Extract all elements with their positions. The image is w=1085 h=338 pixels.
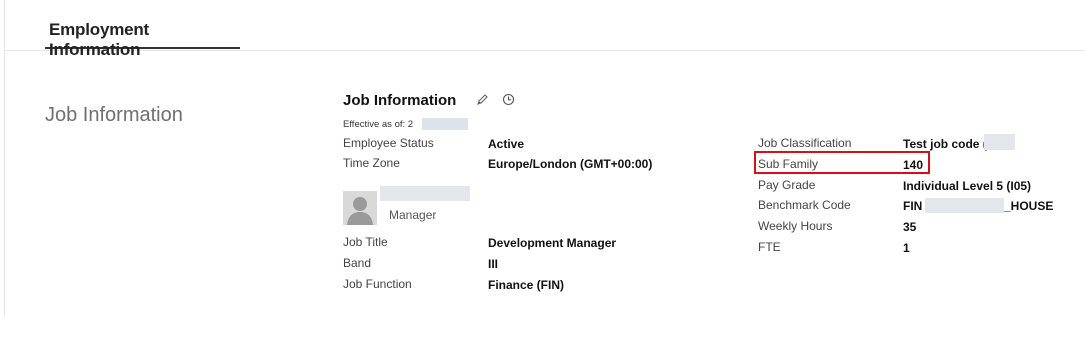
field-value-benchmark-code-suffix: _HOUSE [1004,199,1054,213]
pencil-icon[interactable] [476,93,489,106]
field-label-pay-grade: Pay Grade [758,178,816,192]
effective-date: Effective as of: 2 [343,119,414,130]
field-value-fte: 1 [903,241,910,255]
clock-icon[interactable] [502,93,515,106]
field-value-job-classification: Test job code ( [903,137,987,151]
field-value-time-zone: Europe/London (GMT+00:00) [488,157,653,171]
card-title: Job Information [343,92,457,109]
redacted-manager-name [380,186,470,201]
field-label-benchmark-code: Benchmark Code [758,198,851,212]
tab-employment-information[interactable]: Employment Information [45,0,240,59]
block-label: Job Information [45,104,183,126]
field-value-band: III [488,257,499,271]
field-value-weekly-hours: 35 [903,220,917,234]
field-value-job-function: Finance (FIN) [488,278,565,292]
field-value-job-title: Development Manager [488,236,617,250]
redacted-date [422,118,468,130]
field-value-employee-status: Active [488,137,525,151]
field-label-fte: FTE [758,240,781,254]
redacted-job-code [984,134,1015,150]
field-value-pay-grade: Individual Level 5 (I05) [903,179,1032,193]
field-label-job-title: Job Title [343,235,388,249]
field-label-time-zone: Time Zone [343,156,400,170]
field-label-job-classification: Job Classification [758,136,852,150]
redacted-benchmark-code [925,198,1004,213]
section-header: Employment Information [5,0,1085,59]
person-avatar-icon[interactable] [343,191,377,225]
field-label-band: Band [343,256,372,270]
sub-family-highlight [754,151,930,174]
field-label-job-function: Job Function [343,277,412,291]
field-value-benchmark-code-prefix: FIN [903,199,923,213]
field-label-weekly-hours: Weekly Hours [758,219,833,233]
manager-label: Manager [389,208,437,222]
field-label-employee-status: Employee Status [343,136,434,150]
tab-label: Employment Information [49,20,150,59]
